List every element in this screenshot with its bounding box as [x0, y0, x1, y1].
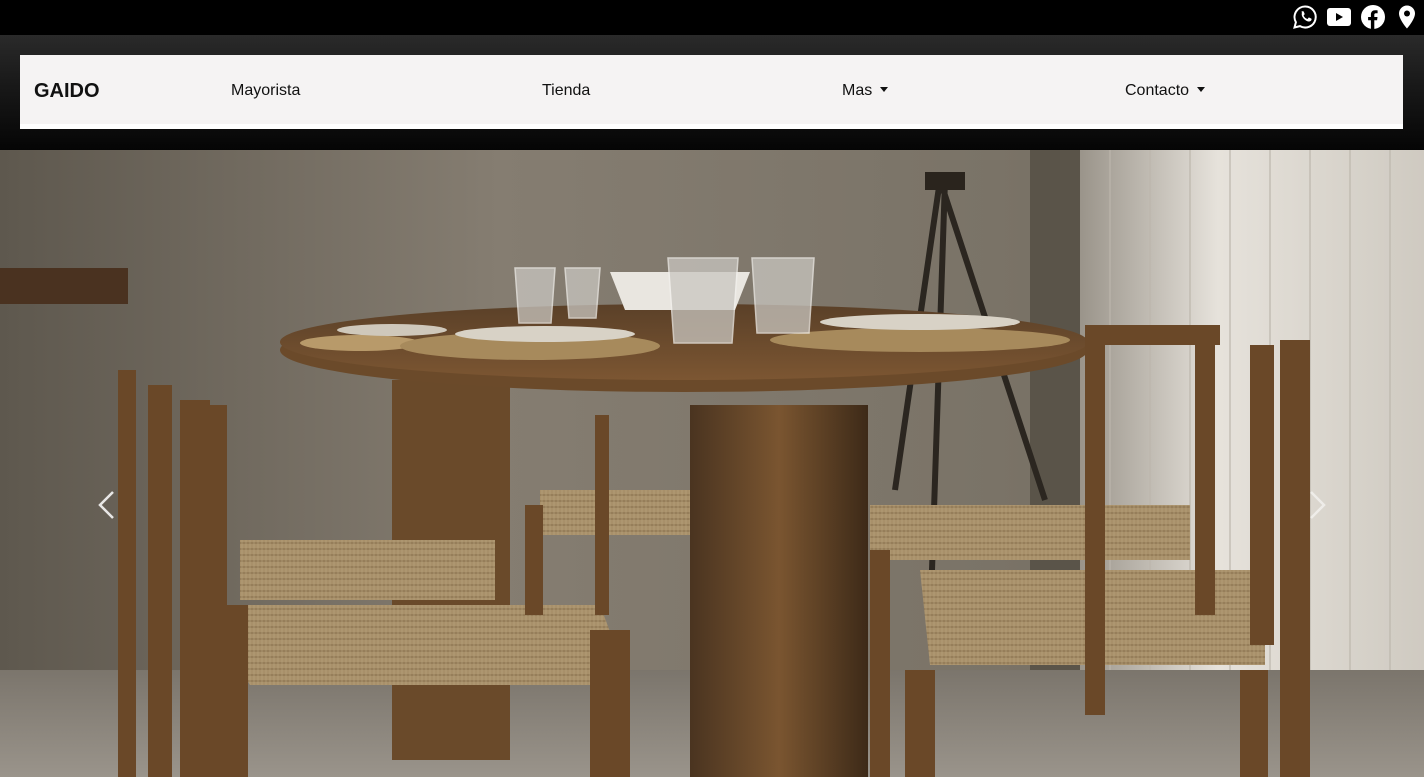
caret-down-icon	[880, 87, 889, 92]
nav-dropdown-mas[interactable]: Mas	[842, 82, 889, 100]
nav-link-mayorista[interactable]: Mayorista	[231, 82, 300, 100]
nav-link-tienda[interactable]: Tienda	[542, 82, 590, 100]
nav-link-label: Mas	[842, 82, 873, 99]
hero-carousel	[0, 150, 1424, 777]
whatsapp-icon[interactable]	[1292, 4, 1318, 30]
chevron-right-icon	[1310, 491, 1326, 519]
top-bar	[0, 0, 1424, 35]
nav-dropdown-contacto[interactable]: Contacto	[1125, 82, 1206, 100]
hero-image	[0, 150, 1424, 777]
carousel-next-button[interactable]	[1298, 480, 1338, 530]
facebook-icon[interactable]	[1360, 4, 1386, 30]
caret-down-icon	[1197, 87, 1206, 92]
chevron-left-icon	[98, 491, 114, 519]
social-links	[1292, 4, 1420, 30]
brand-logo[interactable]: GAIDO	[34, 80, 100, 103]
location-pin-icon[interactable]	[1394, 4, 1420, 30]
main-navbar: GAIDO Mayorista Tienda Mas Contacto	[20, 55, 1403, 129]
youtube-icon[interactable]	[1326, 4, 1352, 30]
nav-link-label: Tienda	[542, 82, 591, 99]
carousel-prev-button[interactable]	[86, 480, 126, 530]
nav-link-label: Mayorista	[231, 82, 301, 99]
nav-link-label: Contacto	[1125, 82, 1190, 99]
